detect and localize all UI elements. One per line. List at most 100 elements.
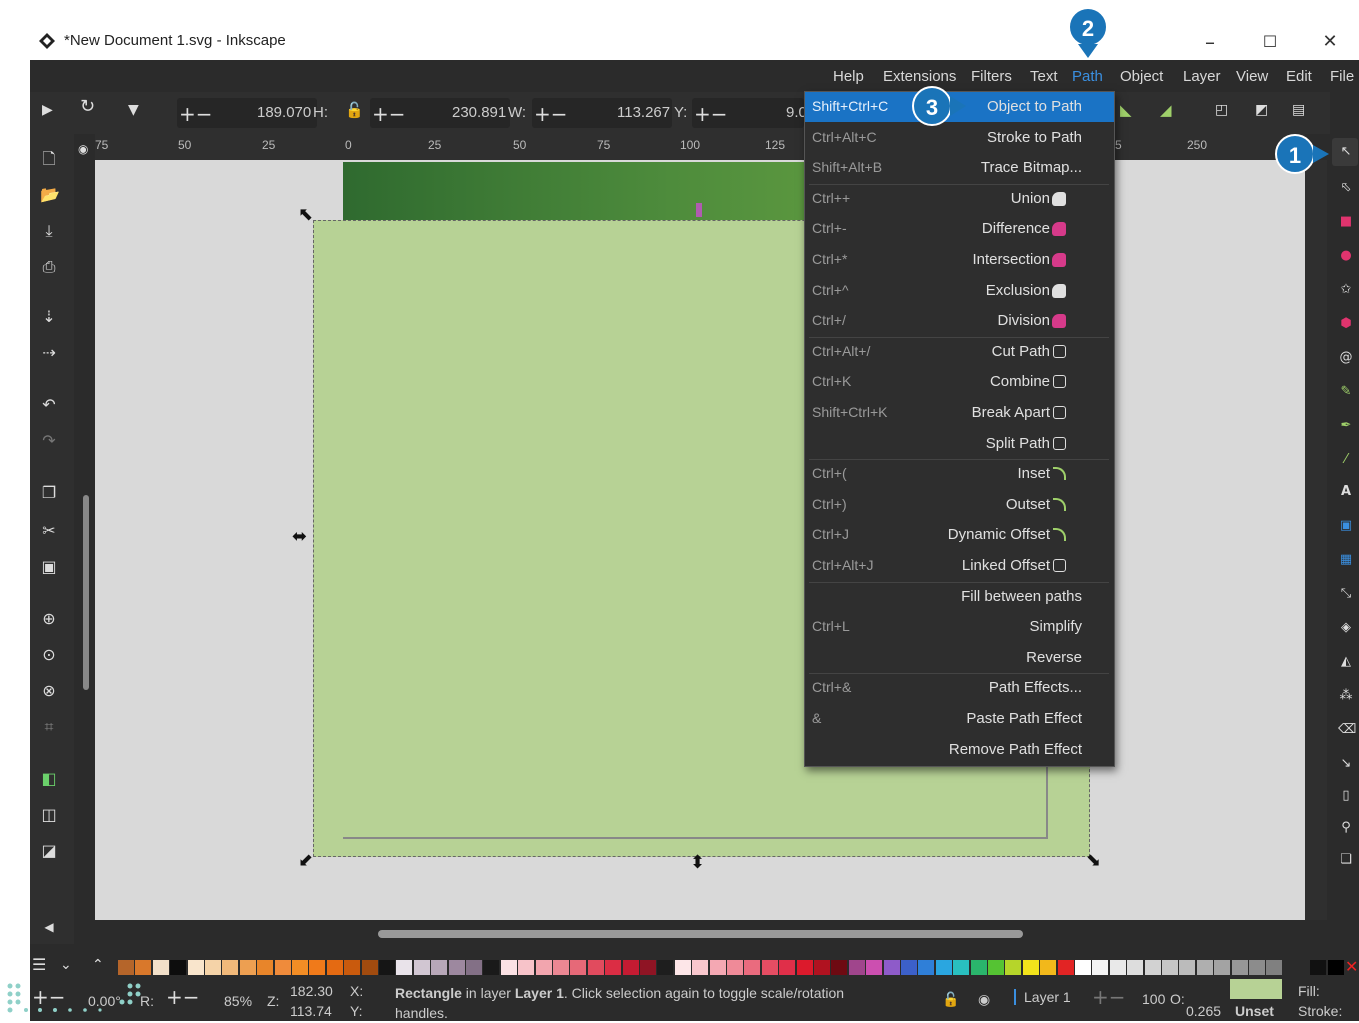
h-field[interactable]: +− 230.891: [370, 98, 510, 128]
color-swatch[interactable]: [135, 960, 152, 975]
color-swatch[interactable]: [379, 960, 395, 975]
color-swatch[interactable]: [1040, 960, 1057, 975]
menu-item-combine[interactable]: Ctrl+K Combine: [805, 367, 1114, 397]
save-icon[interactable]: ⤓: [40, 222, 58, 240]
duplicate-icon[interactable]: ◧: [40, 770, 58, 788]
dropdown-arrow-icon[interactable]: ▼: [128, 102, 139, 118]
menu-item-intersection[interactable]: Ctrl+* Intersection: [805, 245, 1114, 275]
dropper-tool-icon[interactable]: ⤡: [1338, 586, 1354, 602]
color-swatch[interactable]: [1249, 960, 1265, 975]
color-swatch[interactable]: [779, 960, 796, 975]
menu-item-split-path[interactable]: Split Path: [805, 429, 1114, 459]
rectangle-tool-icon[interactable]: ■: [1338, 214, 1354, 230]
layer-selector[interactable]: Layer 1: [1014, 989, 1071, 1005]
new-document-icon[interactable]: 🗋: [40, 150, 58, 168]
menu-file[interactable]: File: [1330, 68, 1354, 85]
color-swatch[interactable]: [709, 960, 726, 975]
maximize-button[interactable]: ☐: [1250, 28, 1290, 56]
color-swatch[interactable]: [1092, 960, 1109, 975]
zoom-value[interactable]: 85%: [224, 993, 252, 1009]
color-swatch[interactable]: [848, 960, 865, 975]
menu-extensions[interactable]: Extensions: [883, 68, 956, 85]
paste-icon[interactable]: ▣: [40, 558, 58, 576]
x-field[interactable]: +− 189.070: [177, 98, 317, 128]
menu-item-path-effects[interactable]: Ctrl+& Path Effects...: [805, 673, 1114, 703]
menu-item-outset[interactable]: Ctrl+) Outset: [805, 490, 1114, 520]
color-swatch[interactable]: [1022, 960, 1039, 975]
measure-tool-icon[interactable]: ❏: [1338, 852, 1354, 868]
color-swatch[interactable]: [535, 960, 552, 975]
gradient-rectangle[interactable]: [343, 162, 813, 220]
spiral-tool-icon[interactable]: @: [1338, 350, 1354, 366]
color-swatch[interactable]: [1231, 960, 1248, 975]
color-swatch[interactable]: [448, 960, 465, 975]
color-swatch[interactable]: [918, 960, 935, 975]
minimize-button[interactable]: –: [1190, 28, 1230, 56]
color-swatch[interactable]: [692, 960, 709, 975]
color-swatch[interactable]: [1075, 960, 1091, 975]
scale-stroke-icon[interactable]: ◰: [1215, 102, 1228, 118]
plus-minus-icon[interactable]: +−: [372, 102, 406, 126]
open-icon[interactable]: 📂: [40, 186, 60, 204]
color-swatch[interactable]: [831, 960, 848, 975]
scale-handle-nw[interactable]: ⬉: [298, 204, 313, 225]
node-tool-icon[interactable]: ⬁: [1338, 180, 1354, 196]
scale-handle-s[interactable]: ⬍: [690, 852, 705, 873]
zoom-drawing-icon[interactable]: ⊙: [40, 646, 58, 664]
menu-path[interactable]: Path: [1072, 68, 1103, 85]
color-swatch[interactable]: [744, 960, 761, 975]
menu-item-paste-path-effect[interactable]: & Paste Path Effect: [805, 704, 1114, 734]
export-icon[interactable]: ⇢: [40, 344, 58, 362]
color-swatch[interactable]: [152, 960, 169, 975]
menu-item-union[interactable]: Ctrl++ Union: [805, 184, 1114, 214]
menu-item-stroke-to-path[interactable]: Ctrl+Alt+C Stroke to Path: [805, 123, 1114, 153]
plus-minus-icon[interactable]: +−: [534, 102, 568, 126]
menu-edit[interactable]: Edit: [1286, 68, 1312, 85]
color-swatch[interactable]: [118, 960, 134, 975]
copy-icon[interactable]: ❐: [40, 484, 58, 502]
scale-handle-w[interactable]: ⬌: [292, 526, 307, 547]
menu-item-trace-bitmap[interactable]: Shift+Alt+B Trace Bitmap...: [805, 153, 1114, 183]
text-tool-icon[interactable]: A: [1338, 484, 1354, 500]
unlink-clone-icon[interactable]: ◪: [40, 842, 58, 860]
color-swatch[interactable]: [1162, 960, 1178, 975]
pen-tool-icon[interactable]: ✒: [1338, 418, 1354, 434]
color-swatch[interactable]: [187, 960, 204, 975]
color-swatch[interactable]: [640, 960, 656, 975]
menu-object[interactable]: Object: [1120, 68, 1163, 85]
color-swatch[interactable]: [901, 960, 917, 975]
menu-layer[interactable]: Layer: [1183, 68, 1221, 85]
color-swatch[interactable]: [292, 960, 308, 975]
color-swatch[interactable]: [274, 960, 291, 975]
selector-tool-icon[interactable]: ↖: [1338, 144, 1354, 160]
star-tool-icon[interactable]: ✩: [1338, 282, 1354, 298]
tweak-tool-icon[interactable]: ◭: [1338, 654, 1354, 670]
no-paint-icon[interactable]: ✕: [1345, 957, 1358, 976]
color-swatch[interactable]: [222, 960, 239, 975]
color-swatch[interactable]: [727, 960, 743, 975]
scale-handle-sw[interactable]: ⬋: [298, 850, 313, 871]
calligraphy-tool-icon[interactable]: ⁄: [1338, 452, 1354, 468]
menu-view[interactable]: View: [1236, 68, 1268, 85]
color-swatch[interactable]: [1109, 960, 1126, 975]
menu-item-dynamic-offset[interactable]: Ctrl+J Dynamic Offset: [805, 520, 1114, 550]
opacity-value[interactable]: 100: [1142, 991, 1165, 1007]
spray-tool-icon[interactable]: ⁂: [1338, 688, 1354, 704]
menu-item-remove-path-effect[interactable]: Remove Path Effect: [805, 735, 1114, 765]
color-swatch[interactable]: [1179, 960, 1196, 975]
color-swatch[interactable]: [988, 960, 1004, 975]
lock-icon[interactable]: 🔓: [345, 101, 364, 119]
menu-item-break-apart[interactable]: Shift+Ctrl+K Break Apart: [805, 398, 1114, 428]
color-swatch[interactable]: [326, 960, 343, 975]
zoom-selection-icon[interactable]: ⊕: [40, 610, 58, 628]
stroke-indicator[interactable]: Unset: [1235, 1003, 1274, 1019]
color-swatch[interactable]: [883, 960, 900, 975]
color-swatch[interactable]: [1144, 960, 1161, 975]
color-swatch[interactable]: [257, 960, 274, 975]
connector-tool-icon[interactable]: ↘: [1338, 756, 1354, 772]
menu-text[interactable]: Text: [1030, 68, 1058, 85]
color-swatch[interactable]: [413, 960, 430, 975]
ellipse-tool-icon[interactable]: ●: [1338, 248, 1354, 264]
color-swatch[interactable]: [431, 960, 448, 975]
menu-filters[interactable]: Filters: [971, 68, 1012, 85]
